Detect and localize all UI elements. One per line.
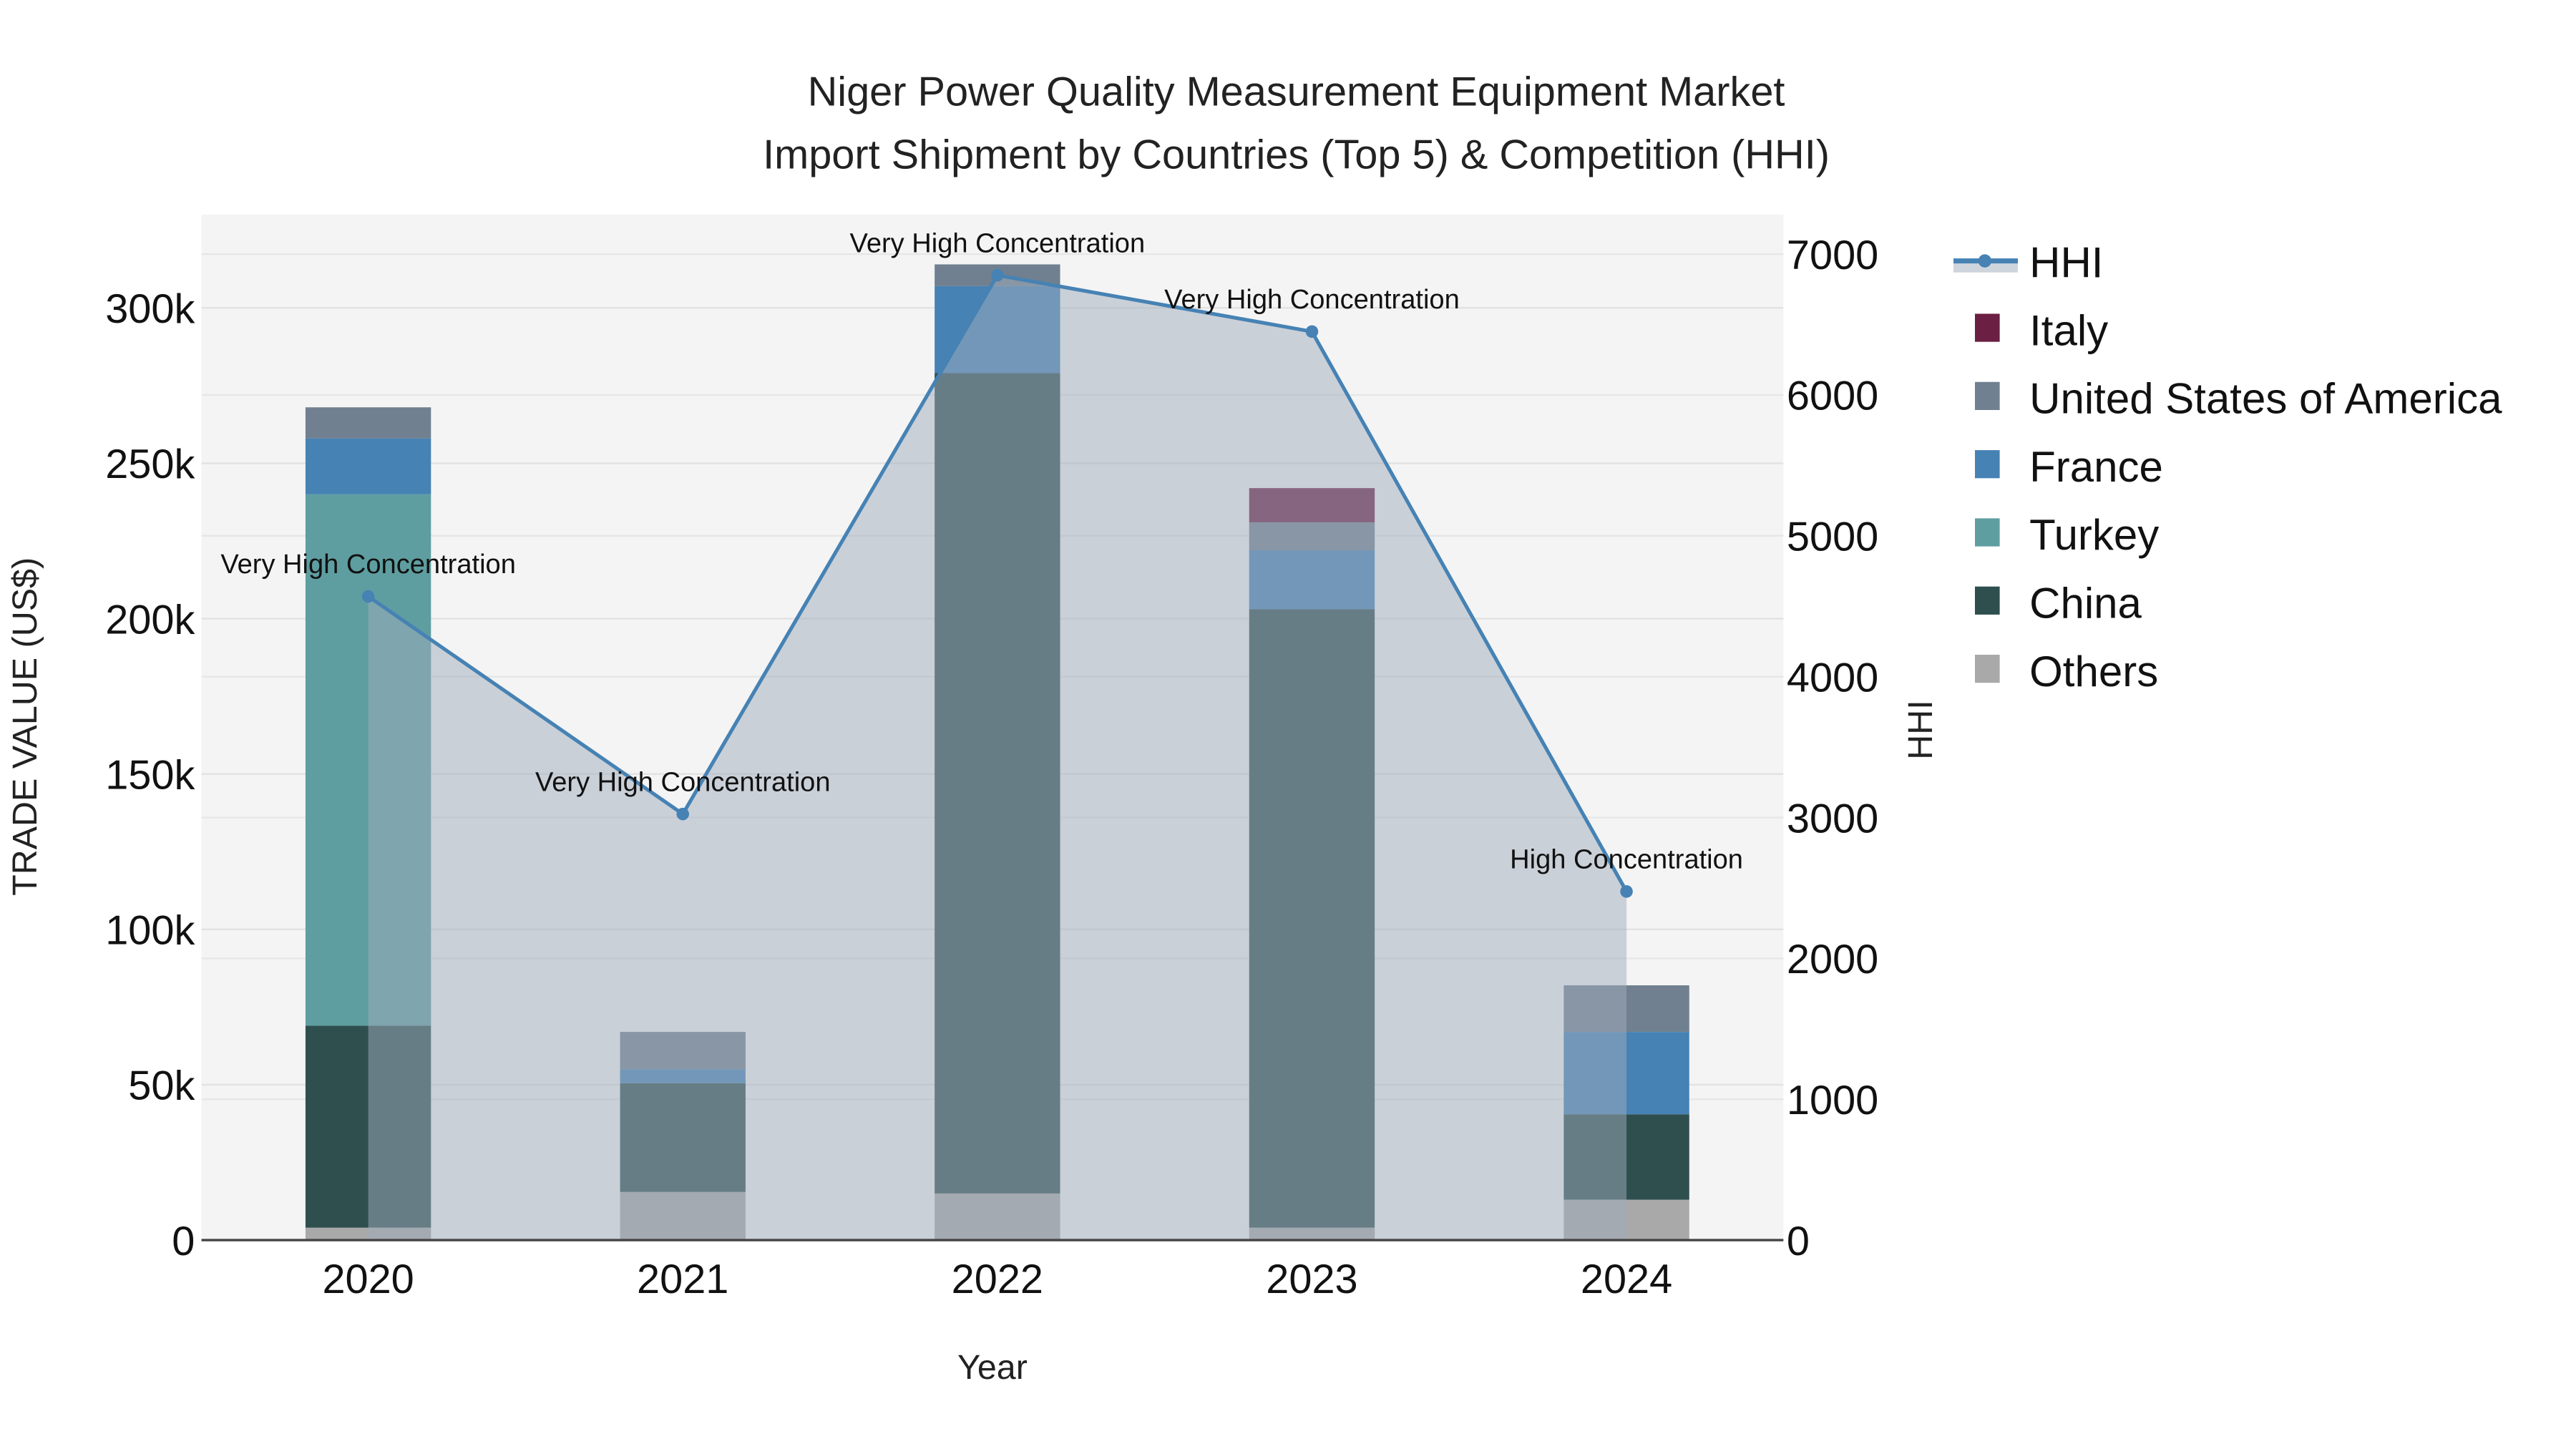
- legend-label-france: France: [2029, 443, 2163, 491]
- chart-title-line1: Niger Power Quality Measurement Equipmen…: [808, 69, 1785, 115]
- legend-label-turkey: Turkey: [2029, 511, 2159, 559]
- bar-united-states-of-america-2020: [305, 407, 431, 439]
- y-tick-label: 150k: [105, 752, 195, 798]
- chart-title-line2: Import Shipment by Countries (Top 5) & C…: [763, 132, 1830, 177]
- legend-label-united-states-of-america: United States of America: [2029, 375, 2502, 423]
- hhi-point-2023: [1305, 325, 1319, 338]
- legend-label-hhi: HHI: [2029, 239, 2103, 287]
- legend-swatch-china: [1975, 586, 2000, 615]
- y2-tick-label: 6000: [1787, 374, 1878, 419]
- legend-label-china: China: [2029, 580, 2142, 628]
- hhi-point-2024: [1620, 885, 1633, 898]
- legend: HHI Italy United States of America France Tu…: [1953, 239, 2502, 696]
- hhi-point-2022: [991, 268, 1004, 282]
- y-tick-label: 300k: [105, 286, 195, 332]
- legend-swatch-turkey: [1975, 518, 2000, 547]
- x-tick-label: 2024: [1581, 1257, 1672, 1302]
- x-tick-label: 2021: [637, 1257, 728, 1302]
- y-tick-label: 50k: [128, 1063, 195, 1109]
- y2-axis-label: HHI: [1901, 700, 1940, 759]
- bar-france-2020: [305, 438, 431, 494]
- hhi-annotation-2023: Very High Concentration: [1164, 285, 1460, 315]
- y-tick-label: 100k: [105, 908, 195, 954]
- hhi-annotation-2021: Very High Concentration: [535, 767, 831, 797]
- legend-label-others: Others: [2029, 648, 2158, 696]
- hhi-point-2021: [676, 807, 690, 821]
- x-axis-ticks: 2020 2021 2022 2023 2024: [322, 1257, 1672, 1302]
- y-tick-label: 0: [172, 1219, 195, 1264]
- y-axis-label: TRADE VALUE (US$): [6, 557, 44, 896]
- y2-tick-label: 5000: [1787, 514, 1878, 560]
- hhi-annotation-2024: High Concentration: [1510, 845, 1743, 875]
- legend-hhi-swatch-marker: [1978, 254, 1992, 268]
- chart: Niger Power Quality Measurement Equipmen…: [6, 69, 2502, 1387]
- y2-tick-label: 0: [1787, 1219, 1810, 1264]
- legend-swatch-france: [1975, 450, 2000, 479]
- legend-swatch-italy: [1975, 313, 2000, 342]
- y-axis-ticks: 0 50k 100k 150k 200k 250k 300k: [105, 286, 195, 1264]
- y2-tick-label: 4000: [1787, 655, 1878, 701]
- hhi-annotation-2022: Very High Concentration: [850, 228, 1146, 258]
- x-tick-label: 2020: [322, 1257, 414, 1302]
- x-tick-label: 2023: [1266, 1257, 1357, 1302]
- hhi-annotation-2020: Very High Concentration: [220, 550, 516, 580]
- y2-tick-label: 3000: [1787, 796, 1878, 841]
- x-tick-label: 2022: [952, 1257, 1043, 1302]
- hhi-point-2020: [361, 590, 375, 603]
- legend-swatch-others: [1975, 655, 2000, 683]
- y-tick-label: 200k: [105, 597, 195, 643]
- y2-tick-label: 1000: [1787, 1078, 1878, 1123]
- legend-label-italy: Italy: [2029, 306, 2108, 354]
- legend-swatch-united-states-of-america: [1975, 381, 2000, 410]
- y2-axis-ticks: 0 1000 2000 3000 4000 5000 6000 7000: [1787, 233, 1878, 1264]
- x-axis-label: Year: [957, 1348, 1028, 1387]
- y2-tick-label: 2000: [1787, 937, 1878, 982]
- y2-tick-label: 7000: [1787, 233, 1878, 278]
- y-tick-label: 250k: [105, 441, 195, 487]
